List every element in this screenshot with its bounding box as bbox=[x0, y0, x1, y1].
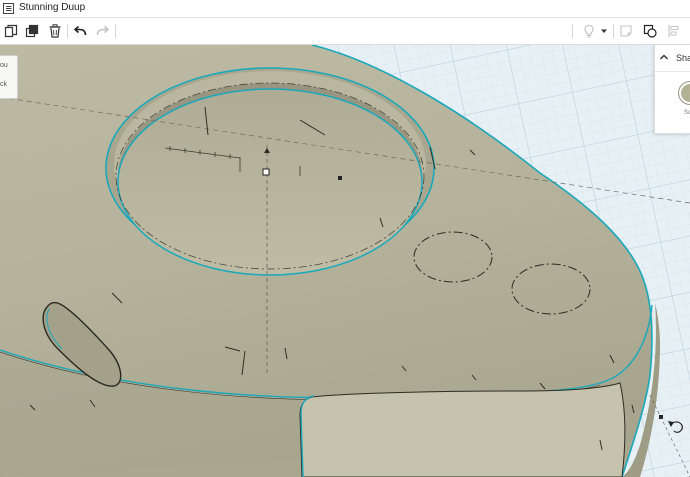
shape-panel: Sha So bbox=[654, 45, 690, 134]
title-bar: Stunning Duup bbox=[0, 0, 690, 18]
solid-color-swatch[interactable] bbox=[679, 82, 690, 104]
align-icon bbox=[668, 25, 679, 37]
light-dropdown-button[interactable] bbox=[597, 21, 611, 41]
light-bulb-button[interactable] bbox=[579, 21, 599, 41]
shape-panel-title: Sha bbox=[676, 53, 690, 63]
dropdown-icon bbox=[601, 29, 607, 33]
delete-button[interactable] bbox=[45, 21, 65, 41]
toolbar bbox=[0, 18, 690, 45]
undo-icon bbox=[73, 25, 87, 36]
delete-icon bbox=[49, 24, 61, 38]
ring-well[interactable] bbox=[118, 89, 422, 275]
duplicate-icon bbox=[25, 24, 39, 38]
copy-button[interactable] bbox=[1, 21, 21, 41]
copy-icon bbox=[4, 24, 18, 38]
redo-icon bbox=[96, 25, 110, 36]
center-handle[interactable] bbox=[262, 168, 270, 176]
chevron-up-icon[interactable] bbox=[659, 52, 669, 62]
toolbar-separator bbox=[572, 24, 573, 38]
light-bulb-icon bbox=[584, 24, 594, 38]
duplicate-button[interactable] bbox=[22, 21, 42, 41]
toolbar-separator bbox=[115, 24, 116, 38]
shape-panel-header[interactable]: Sha bbox=[655, 45, 690, 72]
side-handle[interactable] bbox=[338, 176, 342, 180]
view-panel-text-1: ou bbox=[0, 62, 8, 69]
solid-color-label: So bbox=[684, 110, 690, 116]
toolbar-separator bbox=[613, 24, 614, 38]
menu-icon[interactable] bbox=[3, 3, 14, 14]
note-button[interactable] bbox=[616, 21, 636, 41]
note-icon bbox=[620, 25, 632, 37]
group-icon bbox=[643, 24, 657, 38]
view-panel-text-2: ck bbox=[0, 81, 7, 88]
align-button[interactable] bbox=[664, 21, 684, 41]
group-button[interactable] bbox=[640, 21, 660, 41]
document-title[interactable]: Stunning Duup bbox=[19, 2, 85, 13]
toolbar-separator bbox=[67, 24, 68, 38]
view-cube-panel[interactable]: ou ck bbox=[0, 55, 18, 99]
pocket-cutout[interactable] bbox=[299, 382, 626, 477]
undo-button[interactable] bbox=[70, 21, 90, 41]
3d-viewport[interactable]: ou ck bbox=[0, 45, 690, 477]
redo-button[interactable] bbox=[93, 21, 113, 41]
